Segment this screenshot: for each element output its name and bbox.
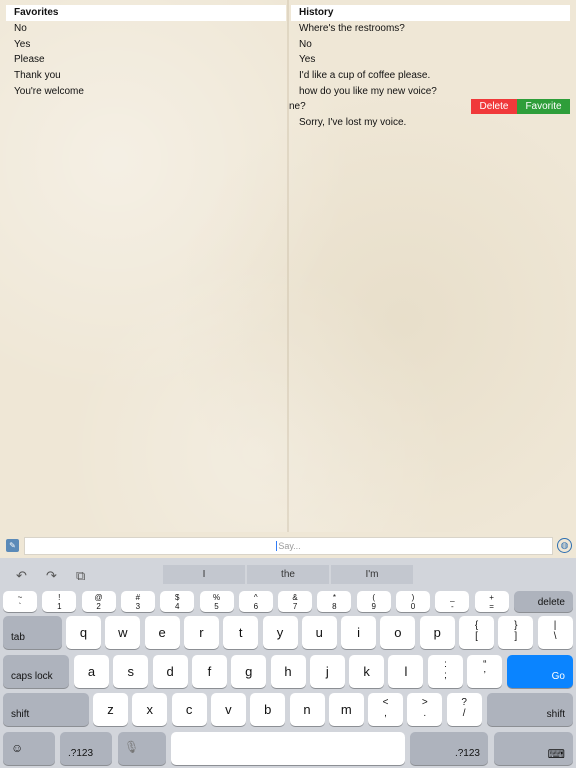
history-item-swiped-text: ne? bbox=[289, 101, 306, 113]
number-key[interactable]: + = bbox=[474, 591, 509, 612]
number-key[interactable]: ~ ` bbox=[3, 591, 37, 612]
suggestion[interactable]: I bbox=[163, 565, 245, 584]
letter-key-z[interactable]: z bbox=[93, 693, 128, 726]
numbers-key-right[interactable]: .?123 bbox=[410, 732, 488, 765]
letter-key-r[interactable]: r bbox=[183, 616, 219, 649]
history-item[interactable]: No bbox=[291, 37, 570, 53]
symbol-key[interactable]: {[ bbox=[459, 616, 494, 649]
tab-key[interactable]: tab bbox=[3, 616, 62, 649]
letter-key-w[interactable]: w bbox=[105, 616, 141, 649]
notes-icon[interactable]: ✎ bbox=[6, 539, 19, 552]
letter-key-h[interactable]: h bbox=[270, 655, 306, 688]
letter-key-j[interactable]: j bbox=[309, 655, 345, 688]
letter-key-e[interactable]: e bbox=[144, 616, 180, 649]
caps-lock-key[interactable]: caps lock bbox=[3, 655, 69, 688]
suggestion[interactable]: I'm bbox=[331, 565, 413, 584]
letter-key-o[interactable]: o bbox=[380, 616, 416, 649]
number-key[interactable]: % 5 bbox=[199, 591, 234, 612]
number-key[interactable]: * 8 bbox=[317, 591, 352, 612]
favorites-item[interactable]: You're welcome bbox=[6, 84, 286, 100]
letter-key-u[interactable]: u bbox=[301, 616, 337, 649]
shift-left-key[interactable]: shift bbox=[3, 693, 89, 726]
letter-key-x[interactable]: x bbox=[132, 693, 168, 726]
say-input[interactable]: Say... bbox=[24, 537, 553, 555]
keyboard: ↶ ↷ ⧉ I the I'm ~ `! 1 @2 #3 $4% 5 ^ 6 & 7 * 8(9) 0 _ -… bbox=[0, 558, 576, 768]
dismiss-keyboard-key[interactable]: ⌨ bbox=[494, 732, 573, 765]
letter-key-y[interactable]: y bbox=[262, 616, 298, 649]
letter-key-s[interactable]: s bbox=[113, 655, 149, 688]
number-key[interactable]: ! 1 bbox=[42, 591, 77, 612]
favorites-list: No Yes Please Thank you You're welcome bbox=[6, 21, 286, 99]
number-key[interactable]: (9 bbox=[356, 591, 391, 612]
history-item[interactable]: Sorry, I've lost my voice. bbox=[291, 115, 570, 131]
numbers-key-left[interactable]: .?123 bbox=[60, 732, 112, 765]
symbol-key[interactable]: | \ bbox=[537, 616, 573, 649]
symbol-key[interactable]: <, bbox=[368, 693, 403, 726]
letter-key-l[interactable]: l bbox=[388, 655, 424, 688]
history-item-swiped[interactable]: ne? Delete Favorite bbox=[289, 99, 570, 115]
undo-icon[interactable]: ↶ bbox=[16, 568, 27, 584]
letter-key-g[interactable]: g bbox=[231, 655, 267, 688]
globe-icon[interactable]: ◍ bbox=[557, 538, 572, 553]
redo-icon[interactable]: ↷ bbox=[46, 568, 57, 584]
letter-key-k[interactable]: k bbox=[349, 655, 385, 688]
panel-divider bbox=[287, 0, 289, 532]
letter-key-a[interactable]: a bbox=[74, 655, 109, 688]
history-item[interactable]: I'd like a cup of coffee please. bbox=[291, 68, 570, 84]
number-key[interactable]: _ - bbox=[435, 591, 470, 612]
keyboard-dismiss-icon: ⌨ bbox=[547, 747, 565, 761]
go-key[interactable]: Go bbox=[507, 655, 573, 688]
letter-key-n[interactable]: n bbox=[289, 693, 325, 726]
symbol-key[interactable]: “’ bbox=[467, 655, 503, 688]
favorites-header: Favorites bbox=[6, 5, 286, 21]
keyboard-toolbar: ↶ ↷ ⧉ I the I'm bbox=[0, 558, 576, 590]
history-item[interactable]: Where's the restrooms? bbox=[291, 21, 570, 37]
dictation-key[interactable]: 🎙︎ bbox=[118, 732, 166, 765]
symbol-key[interactable]: :; bbox=[428, 655, 463, 688]
letter-key-i[interactable]: i bbox=[341, 616, 377, 649]
space-key[interactable] bbox=[171, 732, 405, 765]
suggestion[interactable]: the bbox=[247, 565, 329, 584]
favorite-button[interactable]: Favorite bbox=[517, 99, 570, 115]
paste-icon[interactable]: ⧉ bbox=[76, 568, 85, 584]
microphone-icon: 🎙︎ bbox=[124, 740, 140, 754]
history-item[interactable]: how do you like my new voice? bbox=[291, 84, 570, 100]
favorites-item[interactable]: Thank you bbox=[6, 68, 286, 84]
delete-button[interactable]: Delete bbox=[471, 99, 517, 115]
letter-key-v[interactable]: v bbox=[210, 693, 246, 726]
favorites-item[interactable]: Yes bbox=[6, 37, 286, 53]
symbol-key[interactable]: ? / bbox=[446, 693, 482, 726]
number-key[interactable]: #3 bbox=[120, 591, 155, 612]
symbol-key[interactable]: }] bbox=[498, 616, 534, 649]
history-header: History bbox=[291, 5, 570, 21]
swipe-actions: Delete Favorite bbox=[471, 99, 570, 115]
history-item[interactable]: Yes bbox=[291, 52, 570, 68]
symbol-key[interactable]: >. bbox=[407, 693, 443, 726]
emoji-key[interactable]: ☺ bbox=[3, 732, 55, 765]
letter-key-m[interactable]: m bbox=[328, 693, 364, 726]
letter-key-t[interactable]: t bbox=[223, 616, 259, 649]
shift-right-key[interactable]: shift bbox=[487, 693, 573, 726]
letter-key-q[interactable]: q bbox=[66, 616, 101, 649]
delete-key[interactable]: delete bbox=[514, 591, 573, 612]
emoji-icon: ☺ bbox=[11, 741, 24, 755]
letter-key-b[interactable]: b bbox=[250, 693, 286, 726]
favorites-item[interactable]: Please bbox=[6, 52, 286, 68]
history-list: Where's the restrooms? No Yes I'd like a… bbox=[289, 21, 570, 131]
number-key[interactable]: ) 0 bbox=[396, 591, 430, 612]
number-key[interactable]: @2 bbox=[81, 591, 116, 612]
letter-key-p[interactable]: p bbox=[419, 616, 455, 649]
letter-key-d[interactable]: d bbox=[152, 655, 188, 688]
number-key[interactable]: ^ 6 bbox=[238, 591, 273, 612]
number-key[interactable]: $4 bbox=[160, 591, 195, 612]
letter-key-f[interactable]: f bbox=[191, 655, 227, 688]
number-key[interactable]: & 7 bbox=[278, 591, 313, 612]
letter-key-c[interactable]: c bbox=[171, 693, 207, 726]
favorites-item[interactable]: No bbox=[6, 21, 286, 37]
